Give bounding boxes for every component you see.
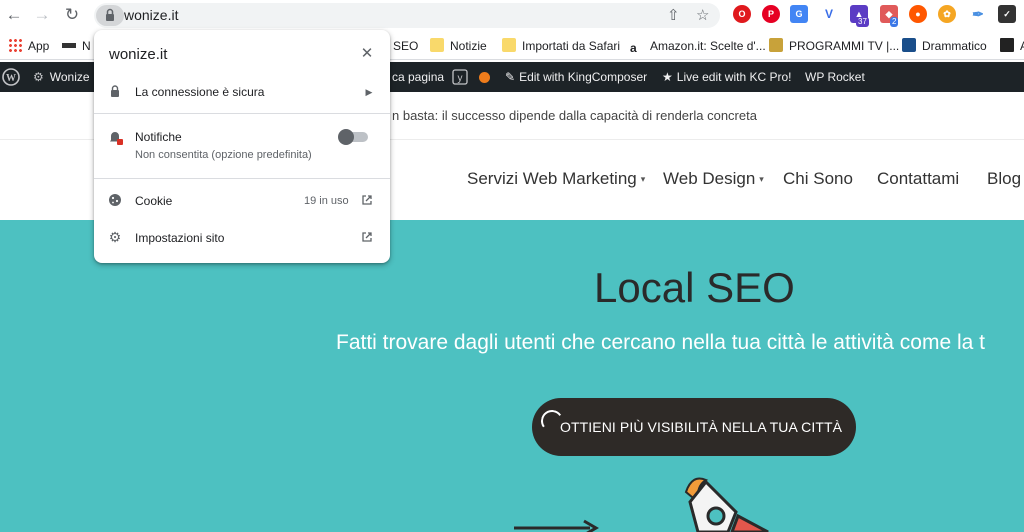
- browser-toolbar: ← → ↻ wonize.it ⇧ ☆ O P G V ▲ 37 ◆ 2 ● ✿…: [0, 0, 1024, 31]
- site-tagline: n basta: il successo dipende dalla capac…: [392, 108, 757, 123]
- chevron-right-icon: ▶: [365, 87, 373, 97]
- wp-edit-page[interactable]: ca pagina: [392, 70, 444, 84]
- popup-divider: [94, 113, 390, 114]
- caret-down-icon: ▾: [759, 174, 764, 184]
- toggle-knob: [338, 129, 354, 145]
- site-settings-label: Impostazioni sito: [135, 231, 225, 245]
- wp-rocket-link[interactable]: WP Rocket: [805, 70, 865, 84]
- notifications-label: Notifiche: [135, 130, 182, 144]
- svg-text:y: y: [458, 73, 463, 84]
- site-settings-row[interactable]: ⚙ Impostazioni sito: [94, 223, 390, 251]
- folder-icon: [430, 38, 444, 52]
- connection-row[interactable]: La connessione è sicura ▶: [94, 76, 390, 106]
- apps-grid-icon: [8, 38, 22, 52]
- folder-icon: [502, 38, 516, 52]
- nav-chi-sono[interactable]: Chi Sono: [783, 169, 853, 189]
- bookmark-star-icon[interactable]: ☆: [696, 6, 709, 24]
- hero-subtitle: Fatti trovare dagli utenti che cercano n…: [336, 331, 986, 354]
- tv-icon: [769, 38, 783, 52]
- notifications-status: Non consentita (opzione predefinita): [135, 149, 312, 161]
- popup-divider: [94, 178, 390, 179]
- bookmark-amazon[interactable]: a Amazon.it: Scelte d'...: [630, 37, 766, 55]
- url-text[interactable]: wonize.it: [124, 7, 178, 23]
- address-bar[interactable]: [94, 3, 720, 28]
- arrow-illustration: [514, 519, 599, 532]
- kc-pro-link[interactable]: ★ Live edit with KC Pro!: [662, 70, 791, 84]
- site-info-button[interactable]: [96, 5, 124, 26]
- cookie-icon: [109, 194, 121, 206]
- edit-icon: ✎: [505, 70, 516, 84]
- nav-blog[interactable]: Blog: [987, 169, 1021, 189]
- notifications-blocked-icon: [110, 132, 123, 145]
- kingcomposer-link[interactable]: ✎ Edit with KingComposer: [505, 70, 647, 84]
- wordpress-icon[interactable]: W: [2, 68, 20, 89]
- v-icon[interactable]: V: [820, 5, 838, 23]
- bookmark-logo-icon: [62, 43, 76, 48]
- share-icon[interactable]: ⇧: [667, 6, 680, 24]
- nav-servizi-web-marketing[interactable]: Servizi Web Marketing ▾: [467, 169, 645, 189]
- hero-title: Local SEO: [594, 264, 795, 311]
- cookies-label: Cookie: [135, 194, 173, 208]
- close-icon[interactable]: ✕: [360, 46, 374, 61]
- cookies-count: 19 in uso: [304, 195, 349, 207]
- bookmark-notizie[interactable]: Notizie: [430, 37, 487, 55]
- extension-badge: 2: [890, 17, 899, 27]
- film-icon: [1000, 38, 1014, 52]
- site-info-popup: wonize.it ✕ La connessione è sicura ▶ No…: [94, 30, 390, 263]
- popup-title: wonize.it: [109, 46, 168, 63]
- external-link-icon: [362, 232, 372, 242]
- bookmark-safari[interactable]: Importati da Safari: [502, 37, 620, 55]
- star-icon: ★: [662, 70, 673, 84]
- bookmark-programmi-tv[interactable]: PROGRAMMI TV |...: [769, 37, 899, 55]
- drama-icon: [902, 38, 916, 52]
- bookmark-apps[interactable]: App: [8, 37, 49, 55]
- bug-icon[interactable]: ✿: [938, 5, 956, 23]
- bookmark-a[interactable]: A: [1000, 37, 1024, 55]
- checkmark-icon[interactable]: ✓: [998, 5, 1016, 23]
- gear-icon: ⚙: [108, 229, 122, 245]
- cookies-row[interactable]: Cookie 19 in uso: [94, 186, 390, 214]
- bookmark-n[interactable]: N: [62, 37, 91, 55]
- bookmark-drammatico[interactable]: Drammatico: [902, 37, 987, 55]
- extension-badge: 37: [856, 17, 869, 27]
- svg-text:W: W: [6, 73, 16, 84]
- pinterest-icon[interactable]: P: [762, 5, 780, 23]
- caret-down-icon: ▾: [640, 174, 646, 184]
- lock-icon: [106, 8, 114, 21]
- nav-web-design[interactable]: Web Design ▾: [663, 169, 764, 189]
- amazon-icon: a: [630, 41, 637, 55]
- forward-icon[interactable]: →: [31, 4, 53, 26]
- lock-icon: [111, 85, 119, 97]
- reload-icon[interactable]: ↻: [61, 4, 83, 26]
- connection-label: La connessione è sicura: [135, 85, 265, 99]
- hero-section: Local SEO Fatti trovare dagli utenti che…: [0, 220, 1024, 532]
- bookmark-seo[interactable]: SEO: [393, 37, 418, 55]
- dropper-icon[interactable]: ✒: [969, 5, 987, 23]
- rocket-illustration: [684, 477, 769, 532]
- cta-button[interactable]: OTTIENI PIÙ VISIBILITÀ NELLA TUA CITTÀ: [532, 398, 856, 456]
- wp-site-name[interactable]: ⚙ Wonize: [33, 70, 90, 84]
- dashboard-icon: ⚙: [33, 70, 44, 84]
- nav-contattami[interactable]: Contattami: [877, 169, 959, 189]
- yoast-icon[interactable]: y: [452, 68, 468, 89]
- seo-status-icon: [479, 72, 490, 83]
- reddit-icon[interactable]: ●: [909, 5, 927, 23]
- back-icon[interactable]: ←: [3, 4, 25, 26]
- external-link-icon: [362, 195, 372, 205]
- opera-icon[interactable]: O: [733, 5, 751, 23]
- translate-icon[interactable]: G: [790, 5, 808, 23]
